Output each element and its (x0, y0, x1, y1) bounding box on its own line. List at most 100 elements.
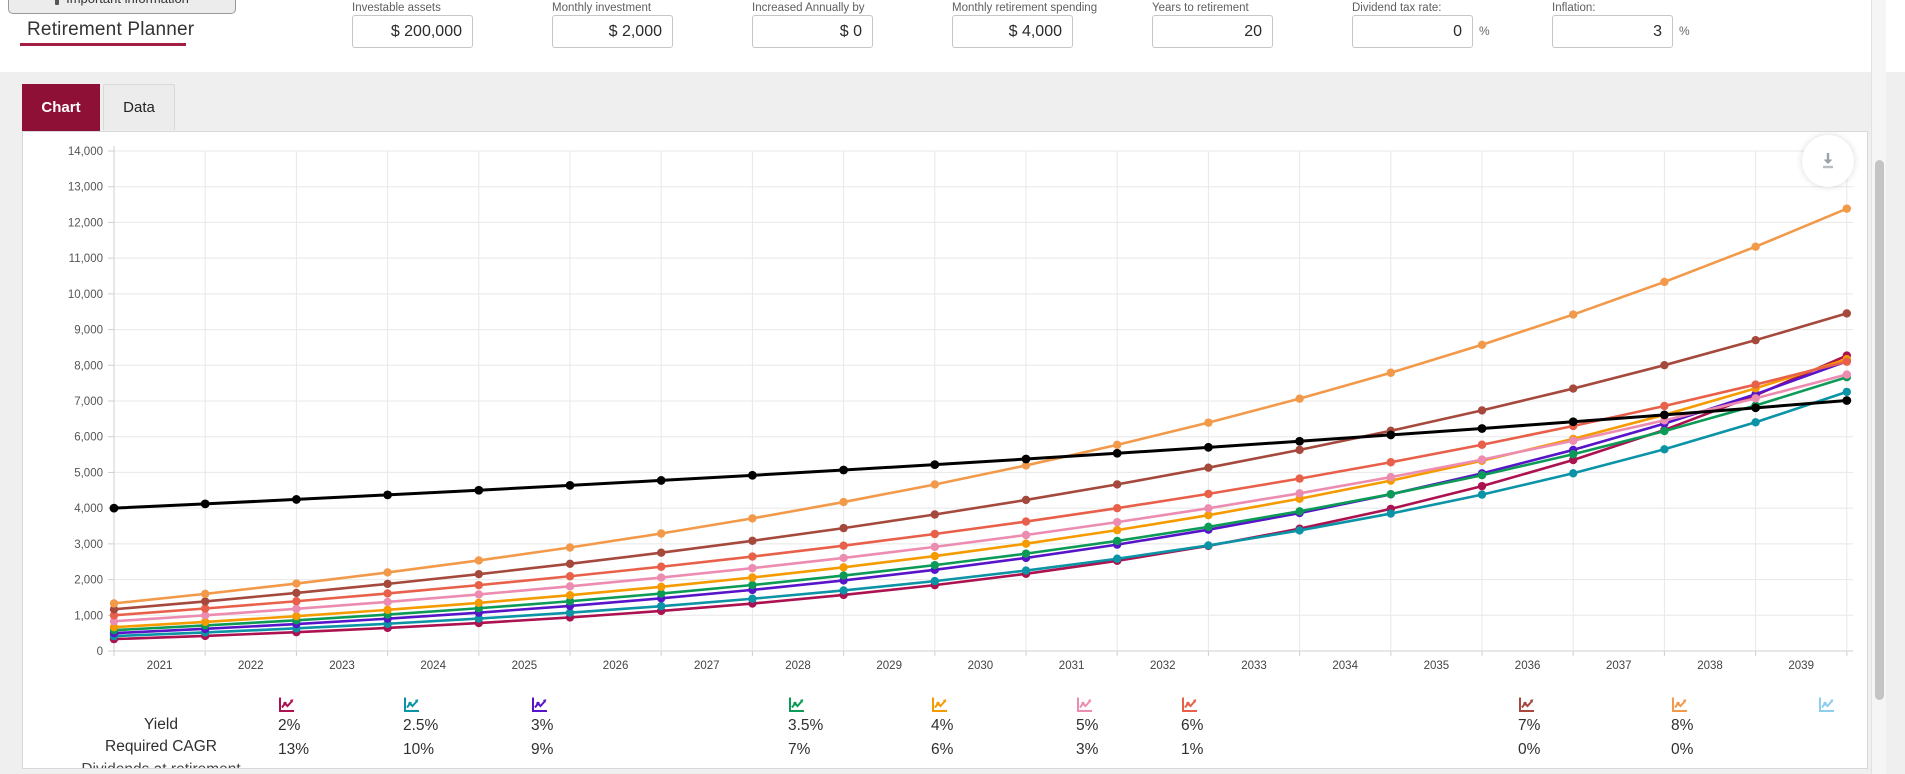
legend-series-icon-2-5[interactable] (403, 696, 523, 714)
important-information-button[interactable]: Important information (8, 0, 236, 14)
chart-series-4 (109, 355, 1852, 632)
svg-text:9,000: 9,000 (74, 325, 103, 337)
legend-row-label-yield: Yield (144, 716, 178, 733)
legend-column-2: 2% 13% (278, 696, 398, 759)
legend-yield-value: 3.5% (788, 717, 824, 734)
svg-text:2028: 2028 (785, 660, 811, 672)
svg-text:2037: 2037 (1606, 660, 1632, 672)
legend-series-icon-3[interactable] (531, 696, 651, 714)
monthly-investment-label: Monthly investment (552, 2, 652, 14)
svg-text:2026: 2026 (603, 660, 629, 672)
chart-series-8 (109, 204, 1852, 608)
legend-yield-value: 7% (1518, 717, 1541, 734)
legend-column-8: 8% 0% (1671, 696, 1791, 759)
legend-cagr-value: 7% (788, 741, 811, 758)
svg-text:12,000: 12,000 (68, 217, 103, 229)
legend-column-7: 7% 0% (1518, 696, 1638, 759)
svg-text:10,000: 10,000 (68, 289, 103, 301)
legend-cagr-value: 13% (278, 741, 310, 758)
legend-yield-value: 2% (278, 717, 301, 734)
tab-data[interactable]: Data (103, 84, 175, 130)
svg-text:6,000: 6,000 (74, 432, 103, 444)
svg-text:2030: 2030 (968, 660, 994, 672)
page-scrollbar-track[interactable] (1871, 0, 1886, 774)
legend-series-icon-2[interactable] (278, 696, 398, 714)
legend-series-icon-4[interactable] (931, 696, 1051, 714)
tab-chart[interactable]: Chart (22, 84, 100, 131)
dividend-tax-rate-input[interactable] (1352, 15, 1473, 48)
important-information-label: Important information (66, 0, 189, 6)
legend-series-icon-6[interactable] (1181, 696, 1301, 714)
inflation-label: Inflation: (1552, 2, 1596, 14)
chart-series-5 (109, 370, 1852, 626)
info-icon (55, 0, 60, 5)
legend-yield-value: 4% (931, 717, 954, 734)
legend-cagr-value: 9% (531, 741, 554, 758)
svg-text:1,000: 1,000 (74, 610, 103, 622)
legend-cagr-value: 10% (403, 741, 435, 758)
legend-series-icon-8[interactable] (1671, 696, 1791, 714)
svg-text:2038: 2038 (1697, 660, 1723, 672)
legend-yield-value: 8% (1671, 717, 1694, 734)
legend-cagr-value: 1% (1181, 741, 1204, 758)
monthly-retirement-spending-label: Monthly retirement spending (952, 2, 1098, 14)
legend-column-6: 6% 1% (1181, 696, 1301, 759)
legend-cagr-value: 0% (1518, 741, 1541, 758)
investable-assets-label: Investable assets (352, 2, 441, 14)
axis-labels: 0 1,000 2,000 3,000 4,000 5,000 6,000 7,000 8,00… (68, 146, 1814, 672)
legend-column-5: 5% 3% (1076, 696, 1196, 759)
increased-annually-by-input[interactable] (752, 15, 873, 48)
download-icon (1823, 153, 1833, 169)
legend-yield-value: 6% (1181, 717, 1204, 734)
legend-row-label-required-cagr: Required CAGR (105, 738, 217, 755)
years-to-retirement-input[interactable] (1152, 15, 1273, 48)
svg-text:2032: 2032 (1150, 660, 1176, 672)
svg-text:2024: 2024 (420, 660, 446, 672)
inflation-suffix: % (1679, 24, 1690, 38)
inflation-input[interactable] (1552, 15, 1673, 48)
svg-text:3,000: 3,000 (74, 539, 103, 551)
legend-series-icon-3-5[interactable] (788, 696, 908, 714)
svg-text:5,000: 5,000 (74, 467, 103, 479)
legend-column-extra (1818, 696, 1867, 720)
years-to-retirement-label: Years to retirement (1152, 2, 1249, 14)
svg-text:2,000: 2,000 (74, 575, 103, 587)
legend-column-3: 3% 9% (531, 696, 651, 759)
svg-text:8,000: 8,000 (74, 360, 103, 372)
legend-column-2-5: 2.5% 10% (403, 696, 523, 759)
legend-series-icon-extra[interactable] (1818, 696, 1867, 714)
page-title: Retirement Planner (27, 19, 195, 40)
monthly-retirement-spending-input[interactable] (952, 15, 1073, 48)
svg-text:2034: 2034 (1332, 660, 1358, 672)
legend-yield-value: 2.5% (403, 717, 439, 734)
legend-row-label-clipped: Dividends at retirement (51, 761, 271, 768)
monthly-investment-input[interactable] (552, 15, 673, 48)
legend-cagr-value: 3% (1076, 741, 1099, 758)
legend-column-3-5: 3.5% 7% (788, 696, 908, 759)
title-underline (20, 43, 186, 46)
svg-text:2035: 2035 (1424, 660, 1450, 672)
download-chart-button[interactable] (1802, 135, 1854, 187)
dividend-tax-rate-suffix: % (1479, 24, 1490, 38)
legend-cagr-value: 6% (931, 741, 954, 758)
retirement-chart: 0 1,000 2,000 3,000 4,000 5,000 6,000 7,000 8,00… (68, 146, 1853, 672)
legend-column-4: 4% 6% (931, 696, 1051, 759)
legend-cagr-value: 0% (1671, 741, 1694, 758)
chart-panel: 0 1,000 2,000 3,000 4,000 5,000 6,000 7,000 8,00… (22, 131, 1868, 769)
svg-text:7,000: 7,000 (74, 396, 103, 408)
svg-text:2021: 2021 (147, 660, 173, 672)
svg-text:2036: 2036 (1515, 660, 1541, 672)
svg-text:2025: 2025 (512, 660, 538, 672)
svg-text:2031: 2031 (1059, 660, 1085, 672)
investable-assets-input[interactable] (352, 15, 473, 48)
svg-text:4,000: 4,000 (74, 503, 103, 515)
legend-series-icon-5[interactable] (1076, 696, 1196, 714)
svg-text:2039: 2039 (1788, 660, 1814, 672)
page-scrollbar-thumb[interactable] (1875, 160, 1884, 700)
svg-text:2029: 2029 (876, 660, 902, 672)
svg-text:2027: 2027 (694, 660, 720, 672)
svg-text:14,000: 14,000 (68, 146, 103, 158)
dividend-tax-rate-label: Dividend tax rate: (1352, 2, 1442, 14)
svg-text:13,000: 13,000 (68, 182, 103, 194)
legend-series-icon-7[interactable] (1518, 696, 1638, 714)
